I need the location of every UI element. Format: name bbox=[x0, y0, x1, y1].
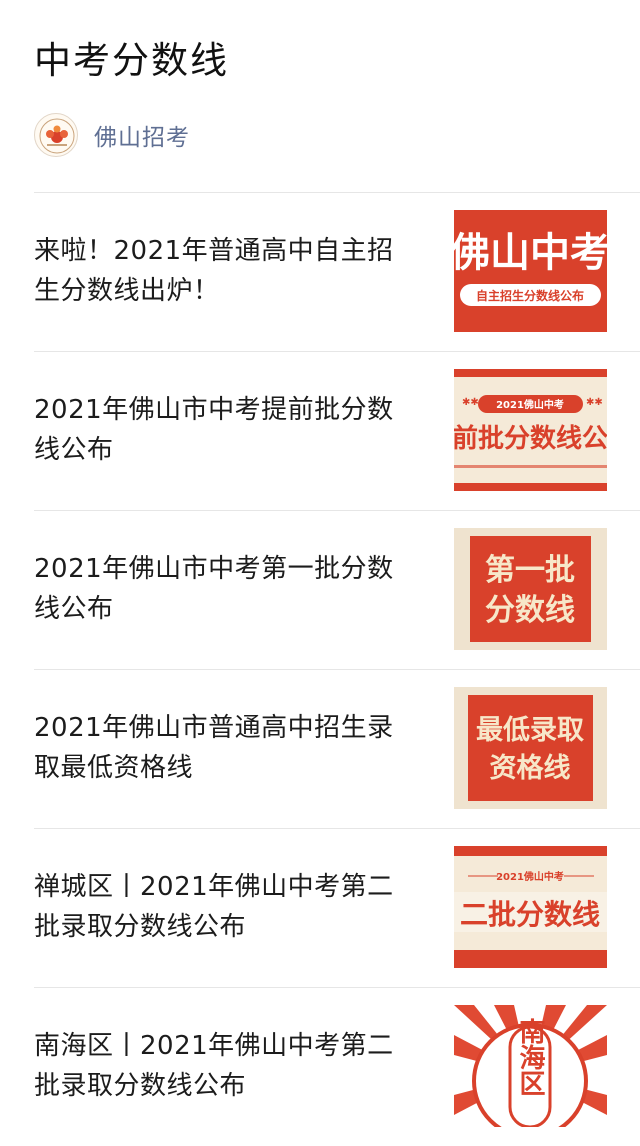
star-icon: ✱✱ bbox=[586, 397, 603, 408]
list-item[interactable]: 禅城区丨2021年佛山中考第二批录取分数线公布 2021佛山中考 二批分数线 bbox=[34, 828, 640, 987]
article-title[interactable]: 禅城区丨2021年佛山中考第二批录取分数线公布 bbox=[34, 867, 414, 947]
article-thumbnail[interactable]: 第一批 分数线 bbox=[454, 528, 607, 650]
account-row[interactable]: 佛山招考 bbox=[34, 110, 190, 160]
thumb-line1-text: 最低录取 bbox=[476, 715, 584, 746]
article-thumbnail[interactable]: 2021佛山中考 二批分数线 bbox=[454, 846, 607, 968]
thumb-big-text: 二批分数线 bbox=[460, 898, 600, 931]
article-thumbnail[interactable]: 南海区 bbox=[454, 1005, 607, 1127]
article-title[interactable]: 2021年佛山市普通高中招生录取最低资格线 bbox=[34, 708, 414, 788]
thumb-line2-text: 分数线 bbox=[485, 593, 575, 628]
article-title[interactable]: 来啦！2021年普通高中自主招生分数线出炉！ bbox=[34, 231, 414, 311]
list-item[interactable]: 2021年佛山市中考提前批分数线公布 2021佛山中考 ✱✱ ✱✱ 前批分数线公 bbox=[34, 351, 640, 510]
account-name[interactable]: 佛山招考 bbox=[94, 118, 190, 152]
article-title[interactable]: 2021年佛山市中考提前批分数线公布 bbox=[34, 390, 414, 470]
article-thumbnail[interactable]: 佛山中考 自主招生分数线公布 bbox=[454, 210, 607, 332]
thumb-big-text: 前批分数线公 bbox=[454, 423, 607, 454]
thumb-big-text: 南海区 bbox=[515, 1018, 545, 1096]
thumb-line2-text: 资格线 bbox=[490, 753, 571, 784]
article-title[interactable]: 2021年佛山市中考第一批分数线公布 bbox=[34, 549, 414, 629]
article-thumbnail[interactable]: 最低录取 资格线 bbox=[454, 687, 607, 809]
thumb-sub-text: 自主招生分数线公布 bbox=[476, 288, 584, 303]
foshan-exam-logo-icon bbox=[39, 118, 75, 154]
thumb-badge-text: 2021佛山中考 bbox=[496, 398, 564, 411]
list-item[interactable]: 2021年佛山市普通高中招生录取最低资格线 最低录取 资格线 bbox=[34, 669, 640, 828]
article-thumbnail[interactable]: 2021佛山中考 ✱✱ ✱✱ 前批分数线公 bbox=[454, 369, 607, 491]
thumb-badge-text: 2021佛山中考 bbox=[496, 870, 564, 883]
page-title: 中考分数线 bbox=[34, 39, 229, 82]
list-item[interactable]: 来啦！2021年普通高中自主招生分数线出炉！ 佛山中考 自主招生分数线公布 bbox=[34, 192, 640, 351]
header: 中考分数线 佛山招考 bbox=[0, 0, 640, 194]
thumb-line1-text: 第一批 bbox=[485, 553, 575, 588]
star-icon: ✱✱ bbox=[462, 397, 479, 408]
list-item[interactable]: 南海区丨2021年佛山中考第二批录取分数线公布 南海区 bbox=[34, 987, 640, 1146]
list-item[interactable]: 2021年佛山市中考第一批分数线公布 第一批 分数线 bbox=[34, 510, 640, 669]
avatar[interactable] bbox=[34, 113, 78, 157]
article-title[interactable]: 南海区丨2021年佛山中考第二批录取分数线公布 bbox=[34, 1026, 414, 1106]
article-list: 来啦！2021年普通高中自主招生分数线出炉！ 佛山中考 自主招生分数线公布 20… bbox=[34, 192, 640, 1146]
thumb-big-text: 佛山中考 bbox=[454, 230, 607, 276]
